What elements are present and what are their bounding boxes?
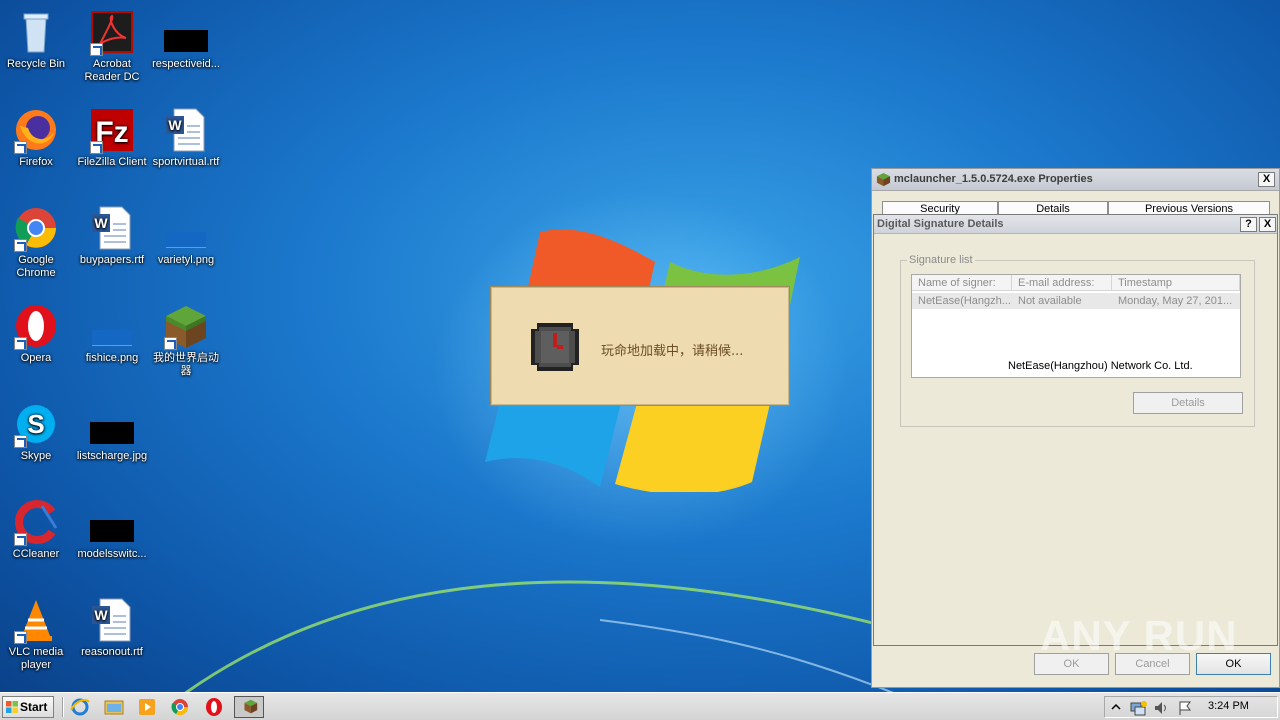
shortcut-arrow-icon [14,141,27,154]
chrome-icon [12,204,60,252]
desktop-icon-opera[interactable]: Opera [0,302,74,365]
volume-icon[interactable] [1153,700,1169,716]
file-explorer-icon[interactable] [102,696,126,718]
file-icon [162,8,210,56]
svg-text:S: S [27,409,44,439]
help-button[interactable]: ? [1240,217,1257,232]
opera-icon[interactable] [202,696,226,718]
word-document-icon: W [88,596,136,644]
word-document-icon: W [88,204,136,252]
shortcut-arrow-icon [14,435,27,448]
shortcut-arrow-icon [90,43,103,56]
desktop-icon-filezilla[interactable]: Fz FileZilla Client [74,106,150,169]
action-center-flag-icon[interactable] [1177,700,1193,716]
ccleaner-icon [12,498,60,546]
image-file-icon [88,400,136,448]
opera-icon [12,302,60,350]
shortcut-arrow-icon [90,141,103,154]
desktop-icon-skype[interactable]: S Skype [0,400,74,463]
close-button[interactable]: X [1258,172,1275,187]
shortcut-arrow-icon [14,631,27,644]
chrome-icon[interactable] [168,696,192,718]
desktop-icon-reasonout[interactable]: W reasonout.rtf [74,596,150,659]
recycle-bin-icon [12,8,60,56]
signer-tooltip: NetEase(Hangzhou) Network Co. Ltd. [1008,360,1193,372]
system-tray [1104,696,1278,718]
minecraft-grass-block-icon [162,302,210,350]
loading-message: 玩命地加载中，请稍候... [601,344,744,359]
svg-text:W: W [94,215,108,231]
firefox-icon [12,106,60,154]
desktop-icon-recycle-bin[interactable]: Recycle Bin [0,8,74,71]
anyrun-watermark: ANY RUN [1040,612,1238,659]
desktop-icon-fishice[interactable]: fishice.png [74,302,150,365]
table-row[interactable]: NetEase(Hangzh... Not available Monday, … [912,293,1240,309]
vlc-cone-icon [12,596,60,644]
windows-flag-icon [6,701,18,713]
shortcut-arrow-icon [164,337,177,350]
desktop-icon-buypapers[interactable]: W buypapers.rtf [74,204,150,267]
digital-signature-details-window: Digital Signature Details ? X Signature … [873,214,1278,646]
signature-details-title: Digital Signature Details [877,218,1004,230]
column-header-email[interactable]: E-mail address: [1012,275,1112,291]
loading-clock-icon [531,323,579,371]
desktop-icon-modelsswitch[interactable]: modelsswitc... [74,498,150,561]
shortcut-arrow-icon [14,533,27,546]
network-icon[interactable] [1129,700,1147,716]
taskbar: Start [0,692,1280,720]
signer-name-cell: NetEase(Hangzh... [918,295,1011,307]
image-file-icon [162,204,210,252]
svg-text:W: W [168,117,182,133]
close-button[interactable]: X [1259,217,1276,232]
desktop-icon-respectiveid[interactable]: respectiveid... [148,8,224,71]
taskbar-separator [62,697,64,717]
signature-details-titlebar[interactable]: Digital Signature Details ? X [874,215,1277,234]
desktop-icon-listscharge[interactable]: listscharge.jpg [74,400,150,463]
filezilla-icon: Fz [88,106,136,154]
shortcut-arrow-icon [14,239,27,252]
desktop-icon-varietyl[interactable]: varietyl.png [148,204,224,267]
properties-titlebar[interactable]: mclauncher_1.5.0.5724.exe Properties X [872,169,1279,191]
email-cell: Not available [1018,295,1082,307]
properties-title: mclauncher_1.5.0.5724.exe Properties [894,173,1093,185]
desktop-icon-vlc[interactable]: VLC media player [0,596,74,672]
taskbar-clock[interactable]: 3:24 PM [1208,700,1249,712]
desktop-icon-acrobat[interactable]: Acrobat Reader DC [74,8,150,84]
skype-icon: S [12,400,60,448]
svg-text:W: W [94,607,108,623]
desktop-icon-google-chrome[interactable]: Google Chrome [0,204,74,280]
minecraft-app-icon [244,699,258,714]
media-player-icon[interactable] [135,696,159,718]
desktop-icon-ccleaner[interactable]: CCleaner [0,498,74,561]
start-button[interactable]: Start [2,696,54,718]
word-document-icon: W [162,106,210,154]
loading-dialog: 玩命地加载中，请稍候... [490,286,790,406]
minecraft-app-icon [876,172,891,187]
timestamp-cell: Monday, May 27, 201... [1118,295,1233,307]
show-hidden-icons-icon[interactable] [1111,702,1121,712]
signature-list-label: Signature list [907,254,975,266]
column-header-timestamp[interactable]: Timestamp [1112,275,1240,291]
start-label: Start [20,700,48,714]
acrobat-icon [88,8,136,56]
internet-explorer-icon[interactable] [68,696,92,718]
file-icon [88,498,136,546]
desktop-icon-sportvirtual[interactable]: W sportvirtual.rtf [148,106,224,169]
details-button[interactable]: Details [1133,392,1243,414]
minecraft-launcher-taskbar-button[interactable] [234,696,264,718]
column-header-name[interactable]: Name of signer: [912,275,1012,291]
desktop-icon-minecraft-launcher[interactable]: 我的世界启动器 [148,302,224,378]
desktop-icon-firefox[interactable]: Firefox [0,106,74,169]
shortcut-arrow-icon [14,337,27,350]
image-file-icon [88,302,136,350]
